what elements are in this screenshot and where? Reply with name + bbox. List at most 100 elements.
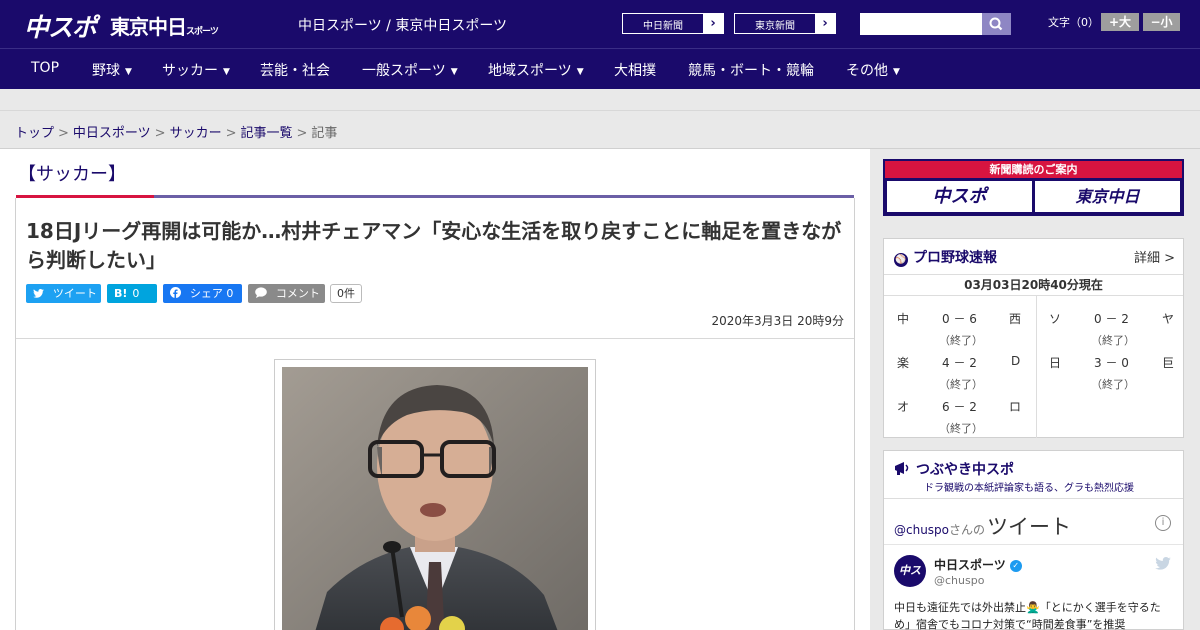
game-status: （終了） [1091,378,1135,391]
article-photo-frame [274,359,596,630]
scores-title-text: プロ野球速報 [913,250,997,266]
chunichi-shimbun-link[interactable]: 中日新聞 › [622,13,724,34]
nav-item-soccer[interactable]: サッカー ▼ [162,60,230,80]
nav-item-entertainment[interactable]: 芸能・社会 [260,60,330,80]
tweet-account-name-text: 中日スポーツ [934,558,1006,572]
chuspo-subscribe-logo[interactable]: 中スポ [887,181,1032,212]
tweet-button[interactable]: ツイート [26,284,101,303]
nav-label: 芸能・社会 [260,63,330,79]
nav-item-baseball[interactable]: 野球 ▼ [92,60,132,80]
breadcrumb-soccer[interactable]: サッカー [170,126,222,141]
scores-column-divider [1036,296,1037,438]
article-headline: 18日Jリーグ再開は可能か…村井チェアマン「安心な生活を取り戻すことに軸足を置き… [26,219,842,272]
breadcrumb-article-list[interactable]: 記事一覧 [241,126,293,141]
tokyo-subscribe-logo[interactable]: 東京中日 [1035,181,1180,212]
game-status: （終了） [1091,334,1135,347]
breadcrumb-separator: > [225,126,237,141]
baseball-icon: ⚾ [894,253,908,267]
top-header: 中スポ 東京中日スポーツ 中日スポーツ / 東京中日スポーツ 中日新聞 › 東京… [0,0,1200,48]
comment-count[interactable]: 0件 [330,284,362,303]
chevron-right-icon: › [815,14,835,33]
article-main: 【サッカー】 18日Jリーグ再開は可能か…村井チェアマン「安心な生活を取り戻すこ… [0,149,870,630]
team-home: オ [897,400,910,414]
main-nav: TOP 野球 ▼ サッカー ▼ 芸能・社会 一般スポーツ ▼ 地域スポーツ ▼ 大相撲 … [0,48,1200,89]
breadcrumb-separator: > [154,126,166,141]
twitter-panel-subtitle: ドラ観戦の本紙評論家も語る、グラも熱烈応援 [924,483,1134,494]
timeline-header: @chuspoさんのツイート [894,511,1071,541]
breadcrumb-separator: > [296,126,308,141]
twitter-timeline: @chuspoさんのツイート i 中スポ 中日スポーツ ✓ @chuspo 中日も… [884,498,1183,630]
font-larger-button[interactable]: +大 [1101,13,1139,31]
scores-detail-link[interactable]: 詳細 > [1134,247,1175,266]
twitter-bird-icon[interactable] [1155,557,1171,574]
breadcrumb-separator: > [58,126,69,141]
tweet-account-user[interactable]: @chuspo [934,574,984,587]
nav-item-other[interactable]: その他 ▼ [846,60,900,80]
nav-label: 地域スポーツ [488,63,572,79]
timeline-handle[interactable]: @chuspo [894,523,949,537]
font-smaller-button[interactable]: −小 [1143,13,1180,31]
breadcrumb-current: 記事 [311,126,338,141]
facebook-share-label: シェア 0 [189,287,234,300]
game-score[interactable]: 0 － 2 [1094,310,1129,327]
game-score[interactable]: 6 － 2 [942,398,977,415]
team-away: 西 [1009,312,1022,326]
tweet-label: ツイート [52,287,97,300]
facebook-icon [170,287,185,300]
info-icon[interactable]: i [1155,515,1171,531]
scores-title: ⚾ プロ野球速報 [894,247,997,267]
nav-item-sumo[interactable]: 大相撲 [614,60,656,80]
article-photo [282,367,588,630]
article-category[interactable]: 【サッカー】 [18,160,126,186]
team-home: 楽 [897,356,910,370]
nav-label: 大相撲 [614,63,656,79]
avatar[interactable]: 中スポ [894,555,926,609]
search-input[interactable] [860,13,982,35]
timeline-heading: ツイート [987,515,1072,539]
paper-link-label: 中日新聞 [643,21,683,32]
hatena-count: 0 [132,287,140,300]
nav-item-local-sports[interactable]: 地域スポーツ ▼ [488,60,584,80]
twitter-panel: つぶやき中スポ ドラ観戦の本紙評論家も語る、グラも熱烈応援 @chuspoさんの… [883,450,1184,630]
chuspo-logo[interactable]: 中スポ [24,8,97,44]
megaphone-icon [895,462,909,475]
spacer-strip [0,89,1200,111]
breadcrumb-chunichi-sports[interactable]: 中日スポーツ [73,126,151,141]
site-tagline: 中日スポーツ / 東京中日スポーツ [298,18,508,34]
article-divider [16,338,854,339]
hatena-bookmark-button[interactable]: B! 0 [107,284,157,303]
breadcrumb-bar: トップ > 中日スポーツ > サッカー > 記事一覧 > 記事 [0,111,1200,149]
twitter-panel-title-text: つぶやき中スポ [916,462,1014,478]
paper-link-label: 東京新聞 [755,21,795,32]
chevron-down-icon: ▼ [125,67,132,77]
nav-item-top[interactable]: TOP [31,60,59,76]
facebook-share-button[interactable]: シェア 0 [163,284,242,303]
nav-item-general-sports[interactable]: 一般スポーツ ▼ [362,60,458,80]
comment-icon [255,287,271,300]
tokyo-logo-small: スポーツ [186,27,219,37]
chevron-down-icon: ▼ [576,67,584,77]
publish-date: 2020年3月3日 20時9分 [711,314,844,328]
search-button[interactable] [982,13,1011,35]
game-score[interactable]: 4 － 2 [942,354,977,371]
subscription-banner[interactable]: 新聞購読のご案内 中スポ 東京中日 [883,159,1184,216]
comment-button[interactable]: コメント [248,284,325,303]
chevron-down-icon: ▼ [223,67,230,77]
team-away: D [1011,354,1021,368]
nav-item-racing[interactable]: 競馬・ボート・競輪 [688,60,814,80]
nav-label: サッカー [162,63,218,79]
game-status: （終了） [939,422,983,435]
breadcrumb: トップ > 中日スポーツ > サッカー > 記事一覧 > 記事 [15,122,337,141]
game-score[interactable]: 0 － 6 [942,310,977,327]
team-away: ヤ [1162,312,1175,326]
tokyo-shimbun-link[interactable]: 東京新聞 › [734,13,836,34]
twitter-panel-title: つぶやき中スポ [894,459,1014,479]
chevron-right-icon: › [703,14,723,33]
tokyo-chunichi-logo[interactable]: 東京中日スポーツ [110,11,219,40]
game-score[interactable]: 3 － 0 [1094,354,1129,371]
tweet-account-name[interactable]: 中日スポーツ ✓ [934,556,1022,573]
search-icon [989,17,1003,31]
scores-updated: 03月03日20時40分現在 [884,274,1183,296]
breadcrumb-top[interactable]: トップ [15,126,54,141]
team-home: 中 [897,312,910,326]
